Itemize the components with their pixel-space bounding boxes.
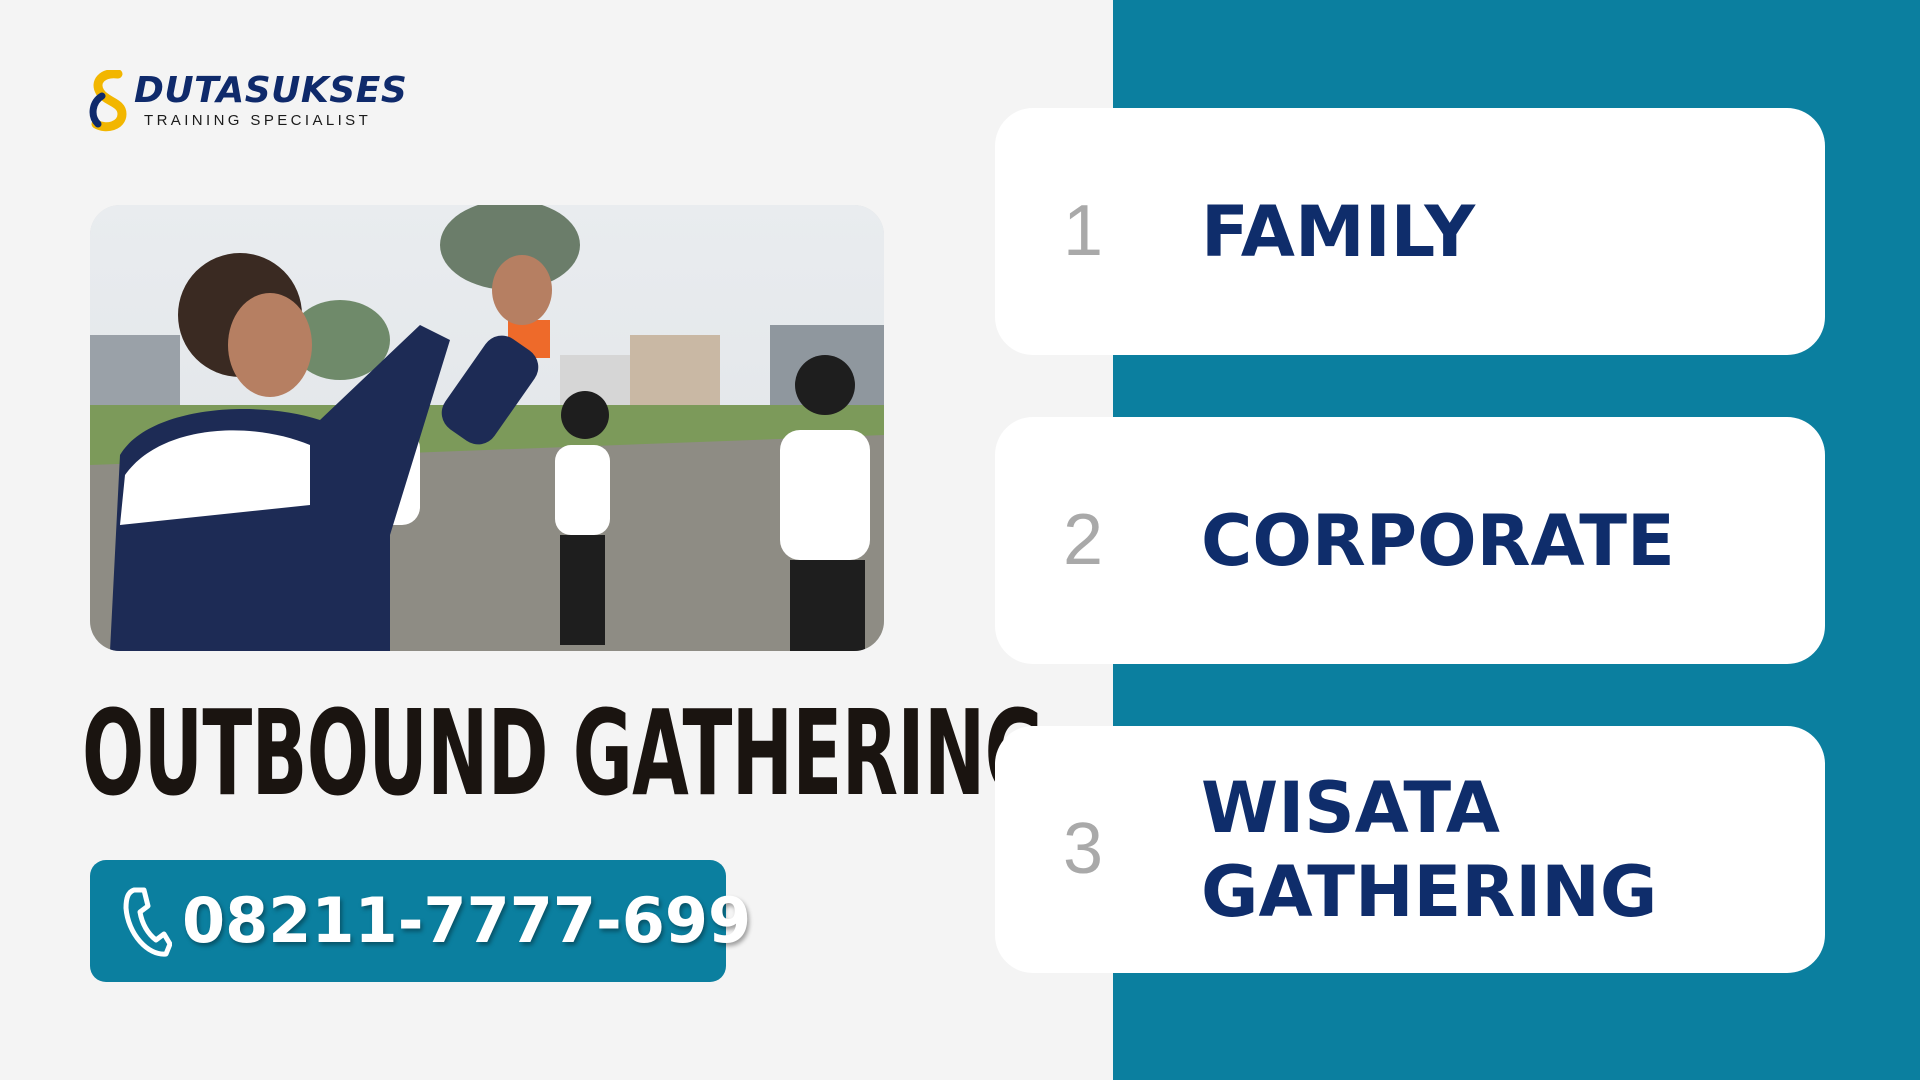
brand-logo: DUTASUKSES TRAINING SPECIALIST [88,70,418,138]
category-label: FAMILY [1201,108,1801,355]
phone-number: 08211-7777-699 [182,884,752,957]
phone-icon [123,887,172,957]
phone-contact-button[interactable]: 08211-7777-699 [90,860,751,982]
category-label-text: FAMILY [1201,190,1476,273]
brand-tagline: TRAINING SPECIALIST [144,112,372,129]
category-card-family: 1 FAMILY [995,108,1825,355]
outbound-activity-photo [90,205,884,651]
brand-name: DUTASUKSES [134,70,408,111]
category-number: 2 [1063,500,1104,580]
category-card-corporate: 2 CORPORATE [995,417,1825,664]
category-label: CORPORATE [1201,417,1801,664]
category-label-text: CORPORATE [1201,499,1675,582]
category-number: 3 [1063,809,1104,889]
logo-s-mark-icon [89,70,127,132]
headline-title: OUTBOUND GATHERING [82,684,1045,822]
category-card-wisata-gathering: 3 WISATA GATHERING [995,726,1825,973]
category-label-text: WISATA GATHERING [1201,766,1658,933]
category-number: 1 [1063,191,1104,271]
category-label: WISATA GATHERING [1201,726,1801,973]
